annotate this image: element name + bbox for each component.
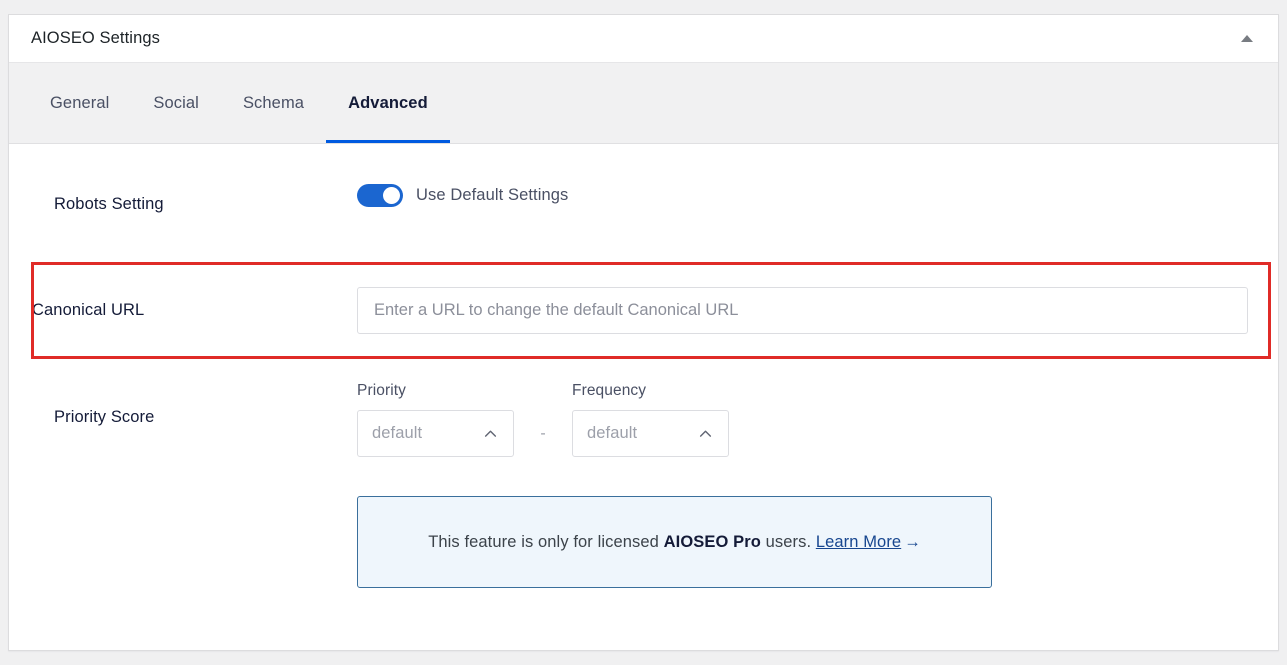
priority-score-selects: Priority default - Frequency default: [357, 382, 1278, 457]
priority-select[interactable]: default: [357, 410, 514, 457]
advanced-tab-panel: Robots Setting Use Default Settings Cano…: [9, 144, 1278, 650]
row-canonical-url: Canonical URL: [9, 262, 1278, 359]
tab-general[interactable]: General: [28, 63, 131, 143]
pro-upsell-text: This feature is only for licensed AIOSEO…: [428, 533, 921, 552]
priority-score-label: Priority Score: [54, 408, 155, 426]
priority-select-value: default: [372, 424, 423, 442]
frequency-select-column: Frequency default: [572, 382, 729, 457]
page-title: AIOSEO Settings: [31, 29, 160, 47]
toggle-knob: [383, 187, 400, 204]
row-priority-score: Priority Score Priority default - Freque…: [9, 382, 1278, 457]
notice-brand: AIOSEO Pro: [663, 532, 761, 551]
canonical-url-field: [357, 287, 1278, 334]
canonical-url-label: Canonical URL: [32, 301, 145, 319]
card-header: AIOSEO Settings: [9, 15, 1278, 62]
robots-setting-field: Use Default Settings: [357, 184, 1278, 207]
priority-label: Priority: [357, 382, 407, 399]
pro-upsell-notice: This feature is only for licensed AIOSEO…: [357, 496, 992, 588]
tab-social[interactable]: Social: [131, 63, 221, 143]
frequency-select-value: default: [587, 424, 638, 442]
tab-schema[interactable]: Schema: [221, 63, 326, 143]
chevron-up-icon: [699, 430, 712, 437]
arrow-right-icon[interactable]: →: [901, 533, 921, 551]
collapse-toggle-button[interactable]: [1232, 24, 1262, 54]
learn-more-link[interactable]: Learn More: [816, 533, 901, 551]
use-default-settings-toggle-group: Use Default Settings: [357, 184, 1278, 207]
robots-setting-label: Robots Setting: [54, 195, 164, 213]
tab-advanced[interactable]: Advanced: [326, 63, 450, 143]
use-default-settings-label: Use Default Settings: [416, 186, 569, 204]
caret-up-icon: [1241, 35, 1253, 42]
canonical-url-input[interactable]: [357, 287, 1248, 334]
frequency-select[interactable]: default: [572, 410, 729, 457]
priority-select-column: Priority default: [357, 382, 514, 457]
priority-score-field: Priority default - Frequency default: [357, 382, 1278, 457]
frequency-label: Frequency: [572, 382, 647, 399]
use-default-settings-toggle[interactable]: [357, 184, 403, 207]
row-robots-setting: Robots Setting Use Default Settings: [9, 184, 1278, 214]
tab-bar: General Social Schema Advanced: [9, 62, 1278, 144]
chevron-up-icon: [484, 430, 497, 437]
aioseo-settings-card: AIOSEO Settings General Social Schema Ad…: [8, 14, 1279, 651]
notice-text-before: This feature is only for licensed: [428, 532, 664, 551]
notice-text-after: users.: [760, 532, 816, 551]
range-separator: -: [540, 425, 546, 442]
